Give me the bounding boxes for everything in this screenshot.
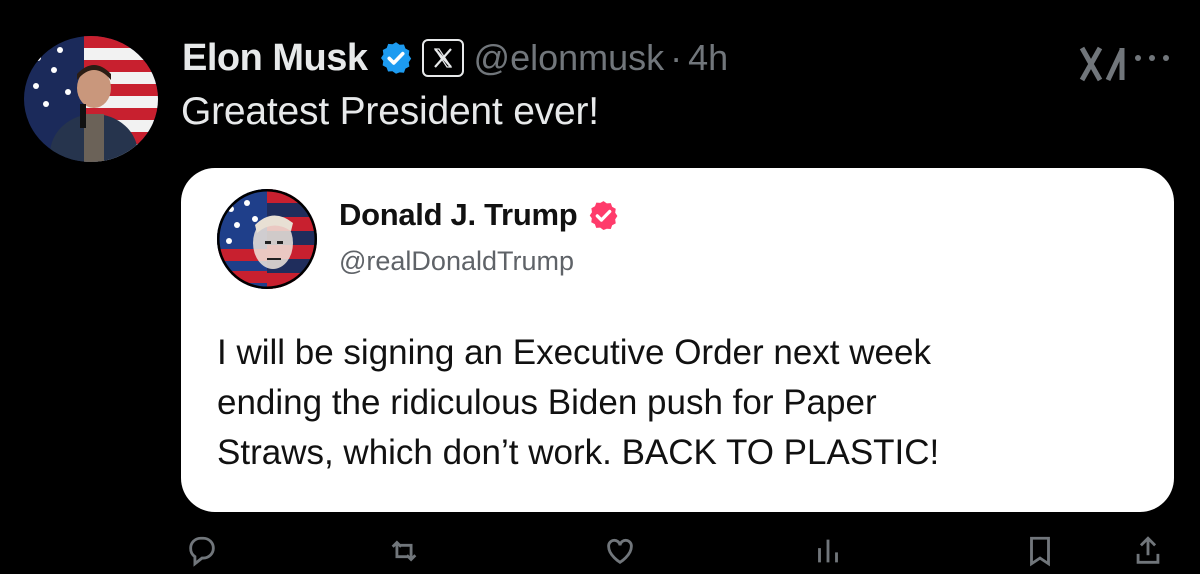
x-affiliation-badge-icon[interactable] xyxy=(421,39,464,77)
author-name[interactable]: Elon Musk xyxy=(182,37,368,80)
timestamp[interactable]: 4h xyxy=(688,37,728,79)
quoted-author-name[interactable]: Donald J. Trump xyxy=(339,197,578,233)
bookmark-button[interactable] xyxy=(1023,534,1057,568)
reply-icon xyxy=(189,536,215,567)
bookmark-icon xyxy=(1030,536,1050,567)
tweet-header: Elon Musk @elonmusk · 4h xyxy=(182,30,728,86)
action-bar xyxy=(181,534,1171,574)
like-icon xyxy=(607,538,633,565)
grok-icon[interactable] xyxy=(1078,44,1132,84)
quoted-post-text: I will be signing an Executive Order nex… xyxy=(217,328,1147,478)
repost-button[interactable] xyxy=(387,534,421,568)
quoted-text-line: ending the ridiculous Biden push for Pap… xyxy=(217,383,877,422)
share-icon xyxy=(1136,536,1160,564)
reply-button[interactable] xyxy=(185,534,219,568)
repost-icon xyxy=(391,540,417,562)
quoted-author-row: Donald J. Trump xyxy=(339,193,620,237)
quoted-verified-badge-icon xyxy=(587,199,620,232)
like-button[interactable] xyxy=(603,534,637,568)
share-button[interactable] xyxy=(1131,534,1165,568)
quoted-text-line: Straws, which don’t work. BACK TO PLASTI… xyxy=(217,433,940,472)
more-icon[interactable] xyxy=(1130,48,1174,68)
author-avatar[interactable] xyxy=(24,36,158,162)
quoted-author-handle[interactable]: @realDonaldTrump xyxy=(339,246,574,277)
tweet-text: Greatest President ever! xyxy=(181,90,599,133)
author-handle[interactable]: @elonmusk xyxy=(474,37,665,79)
quoted-post-card[interactable]: Donald J. Trump @realDonaldTrump I will … xyxy=(181,168,1174,512)
separator-dot: · xyxy=(670,37,683,78)
views-button[interactable] xyxy=(811,534,845,568)
quoted-author-avatar[interactable] xyxy=(217,189,317,289)
verified-badge-icon xyxy=(378,40,414,76)
quoted-text-line: I will be signing an Executive Order nex… xyxy=(217,333,931,372)
views-icon xyxy=(818,539,838,563)
